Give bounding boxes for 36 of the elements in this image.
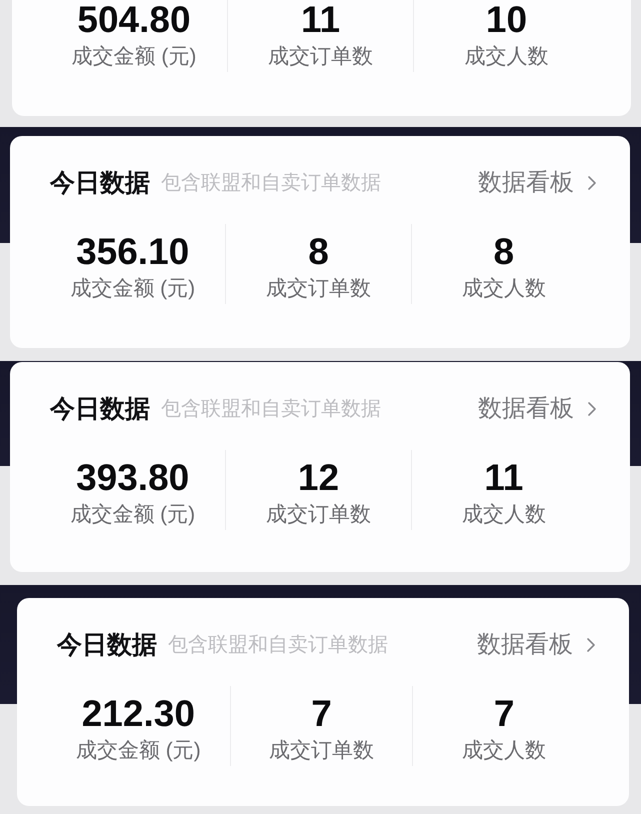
stat-label: 成交金额 (元) [70,502,196,528]
section-title: 今日数据 [57,630,157,660]
stat-value: 7 [311,695,332,733]
stat-value: 393.80 [76,459,190,497]
stat-label: 成交订单数 [266,276,371,302]
section-title: 今日数据 [50,394,150,424]
stat-value: 12 [298,459,340,497]
stat-label: 成交人数 [462,502,546,528]
stat-value: 8 [494,233,514,271]
stat-value: 356.10 [76,233,190,271]
stat-label: 成交订单数 [266,502,371,528]
stat-value: 11 [484,459,524,497]
stat-value: 8 [308,233,329,271]
dashboard-link[interactable]: 数据看板 [477,630,595,660]
stat-label: 成交金额 (元) [72,44,196,70]
dashboard-link[interactable]: 数据看板 [478,168,596,198]
chevron-right-icon [587,638,595,652]
chevron-right-icon [588,176,596,190]
stat-value: 212.30 [82,695,195,733]
stat-label: 成交人数 [462,738,546,764]
stat-label: 成交金额 (元) [70,276,196,302]
section-title: 今日数据 [50,168,150,198]
stat-label: 成交人数 [464,44,548,70]
stat-label: 成交订单数 [268,44,373,70]
section-subtitle: 包含联盟和自卖订单数据 [161,171,381,196]
section-subtitle: 包含联盟和自卖订单数据 [168,633,388,658]
stat-value: 7 [494,695,514,733]
dashboard-link[interactable]: 数据看板 [478,394,596,424]
stat-label: 成交订单数 [268,738,374,764]
stat-value: 11 [300,1,340,39]
chevron-right-icon [588,402,596,416]
stat-value: 504.80 [77,1,191,39]
stat-value: 10 [486,1,528,39]
section-subtitle: 包含联盟和自卖订单数据 [161,397,381,422]
stat-label: 成交人数 [462,276,546,302]
stat-label: 成交金额 (元) [76,738,201,764]
